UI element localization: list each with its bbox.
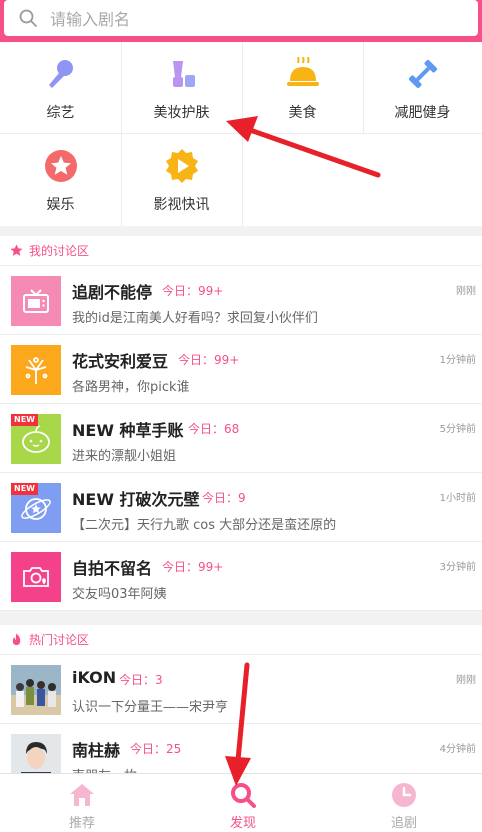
tab-follow[interactable]: 追剧	[324, 774, 482, 832]
clock-icon	[392, 783, 416, 807]
item-time: 刚刚	[456, 675, 476, 686]
item-subtitle: 我的id是江南美人好看吗？求回复小伙伴们	[72, 311, 318, 326]
food-cloche-icon	[285, 56, 321, 92]
item-time: 3分钟前	[439, 562, 476, 573]
item-today-count: 今日：99+	[162, 560, 224, 574]
category-label: 综艺	[46, 105, 75, 121]
item-today-count: 今日：68	[188, 422, 240, 436]
item-time: 5分钟前	[439, 424, 476, 435]
item-subtitle: 各路男神，你pick谁	[72, 380, 190, 395]
item-today-count: 今日：25	[130, 742, 182, 756]
list-item[interactable]: 南柱赫 今日：25 4分钟前 南朋友一枚	[0, 724, 482, 773]
search-placeholder: 请输入剧名	[50, 10, 131, 29]
search-input[interactable]: 请输入剧名	[4, 0, 478, 36]
hot-discussions-section: 热门讨论区 iKON 今日：3 刚刚 认识一下分量王——宋尹亨 南柱赫 今日：2…	[0, 625, 482, 773]
item-today-count: 今日：9	[202, 491, 246, 505]
item-subtitle: 认识一下分量王——宋尹亨	[72, 700, 229, 715]
category-entertainment[interactable]: 娱乐	[0, 134, 121, 226]
search-icon	[19, 9, 37, 27]
category-label: 美食	[288, 105, 317, 121]
home-icon	[70, 784, 94, 806]
section-header: 我的讨论区	[0, 236, 482, 266]
item-time: 刚刚	[456, 286, 476, 297]
portrait-thumbnail	[11, 734, 61, 773]
tab-label: 追剧	[390, 816, 417, 831]
list-item[interactable]: 自拍不留名 今日：99+ 3分钟前 交友吗03年阿姨	[0, 542, 482, 611]
item-time: 1小时前	[439, 493, 476, 504]
item-today-count: 今日：3	[119, 673, 163, 687]
search-bar: 请输入剧名	[0, 0, 482, 42]
list-item[interactable]: NEW NEW 打破次元壁 今日：9 1小时前 【二次元】天行九歌 cos 大部…	[0, 473, 482, 542]
tab-label: 推荐	[68, 816, 95, 831]
section-title: 我的讨论区	[29, 244, 90, 258]
tab-label: 发现	[229, 816, 256, 831]
category-makeup[interactable]: 美妆护肤	[121, 42, 242, 134]
category-food[interactable]: 美食	[242, 42, 363, 134]
category-label: 减肥健身	[394, 105, 451, 121]
item-time: 1分钟前	[439, 355, 476, 366]
list-item[interactable]: 追剧不能停 今日：99+ 刚刚 我的id是江南美人好看吗？求回复小伙伴们	[0, 266, 482, 335]
item-today-count: 今日：99+	[162, 284, 224, 298]
section-title: 热门讨论区	[29, 633, 90, 647]
list-item[interactable]: iKON 今日：3 刚刚 认识一下分量王——宋尹亨	[0, 655, 482, 724]
play-icon	[164, 148, 200, 184]
category-label: 美妆护肤	[153, 105, 210, 121]
item-title: 南柱赫	[72, 741, 121, 760]
item-title: 花式安利爱豆	[72, 352, 169, 371]
category-fitness[interactable]: 减肥健身	[363, 42, 482, 134]
item-title: NEW 打破次元壁	[72, 490, 200, 509]
microphone-icon	[43, 56, 79, 92]
item-subtitle: 进来的漂靓小姐姐	[72, 449, 177, 464]
bottom-tab-bar: 推荐 发现 追剧	[0, 773, 482, 832]
group-photo-thumbnail	[11, 665, 61, 715]
item-title: iKON	[72, 668, 117, 687]
dumbbell-icon	[405, 56, 441, 92]
item-today-count: 今日：99+	[178, 353, 240, 367]
cosmetics-icon	[164, 56, 200, 92]
fireworks-icon	[11, 345, 61, 395]
item-subtitle: 【二次元】天行九歌 cos 大部分还是蛮还原的	[72, 518, 337, 533]
item-title: 自拍不留名	[72, 559, 153, 578]
camera-heart-icon	[11, 552, 61, 602]
category-label: 娱乐	[46, 197, 75, 213]
search-icon	[231, 783, 256, 808]
tab-discover[interactable]: 发现	[163, 774, 323, 832]
item-time: 4分钟前	[439, 744, 476, 755]
section-header: 热门讨论区	[0, 625, 482, 655]
list-item[interactable]: 花式安利爱豆 今日：99+ 1分钟前 各路男神，你pick谁	[0, 335, 482, 404]
star-icon	[43, 148, 79, 184]
new-badge: NEW	[11, 483, 38, 495]
item-subtitle: 南朋友一枚	[72, 765, 137, 773]
bean-character-icon: NEW	[11, 414, 61, 464]
my-discussions-section: 我的讨论区 追剧不能停 今日：99+ 刚刚 我的id是江南美人好看吗？求回复小伙…	[0, 236, 482, 611]
new-badge: NEW	[11, 414, 38, 426]
tab-recommend[interactable]: 推荐	[2, 774, 162, 832]
item-title: 追剧不能停	[72, 283, 153, 302]
planet-icon: NEW	[11, 483, 61, 533]
star-icon	[10, 244, 23, 256]
list-item[interactable]: NEW NEW 种草手账 今日：68 5分钟前 进来的漂靓小姐姐	[0, 404, 482, 473]
category-label: 影视快讯	[153, 197, 210, 213]
category-film-news[interactable]: 影视快讯	[121, 134, 242, 226]
flame-icon	[12, 633, 21, 646]
tv-icon	[11, 276, 61, 326]
item-title: NEW 种草手账	[72, 421, 184, 440]
category-variety[interactable]: 综艺	[0, 42, 121, 134]
item-subtitle: 交友吗03年阿姨	[72, 587, 167, 602]
category-grid: 综艺 美妆护肤 美食 减肥健身 娱乐 影视快讯	[0, 42, 482, 226]
